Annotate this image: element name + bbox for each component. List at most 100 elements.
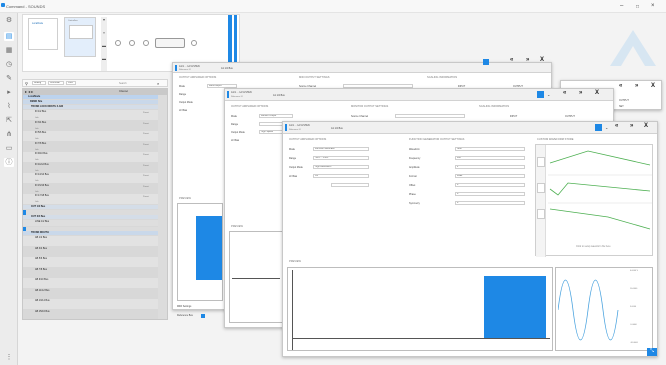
nav-next-button[interactable]: » (635, 83, 638, 89)
source-select[interactable] (395, 114, 465, 118)
controller-filter[interactable]: Controller (48, 81, 64, 85)
play-icon[interactable]: ▸ (4, 88, 14, 97)
tree-item[interactable]: AB 11/12 Bus (23, 288, 158, 299)
chevron-down-icon[interactable]: ⌄ (605, 125, 608, 130)
connector-icon (155, 38, 185, 48)
phase-input[interactable]: 0 (455, 192, 525, 196)
panel-tab[interactable]: A1 1/2 Bus (221, 67, 233, 70)
nodes-icon[interactable]: ▤ (4, 32, 14, 41)
minimize-button[interactable]: – (620, 3, 623, 9)
color-swatch[interactable] (537, 91, 544, 98)
tree-item[interactable]: IN 5/6 Bus Link Preset (23, 131, 158, 142)
clock-icon[interactable]: ◷ (4, 60, 14, 69)
lf-bias-select[interactable]: Off (313, 174, 369, 178)
chevron-down-icon[interactable]: ⌄ (547, 92, 550, 97)
panel-tab[interactable]: A1 1/2 Bus (273, 94, 285, 97)
tree-item-label: IN 17/18 Bus (35, 194, 49, 197)
tree-item-sub: Link (35, 190, 39, 193)
tree-item[interactable]: IN 1/2 Bus Link Preset (23, 110, 158, 121)
tree-item[interactable]: AB 1/2 Bus (23, 236, 158, 247)
color-swatch[interactable] (595, 124, 602, 131)
waveform-slot[interactable] (537, 157, 545, 167)
format-select[interactable]: Peak (455, 174, 525, 178)
search-icon[interactable]: ⌕ (157, 81, 159, 86)
nav-next-button[interactable]: » (579, 90, 582, 96)
panel-close-button[interactable]: X (651, 83, 655, 89)
waveform-slot[interactable] (537, 209, 545, 219)
wrench-icon[interactable]: ✎ (4, 74, 14, 83)
footer-swatch[interactable] (201, 314, 205, 318)
tree-item[interactable]: AB 5/6 Bus (23, 257, 158, 268)
panel-close-button[interactable]: X (644, 123, 648, 129)
grid-icon[interactable]: ▦ (4, 46, 14, 55)
tree-item[interactable]: AB 3/4 Bus (23, 246, 158, 257)
panel-close-button[interactable]: X (540, 57, 544, 63)
tree-group[interactable]: OUT 1/2 Bus (23, 205, 158, 210)
signal-icon[interactable]: ⌇ (4, 102, 14, 111)
tree-item[interactable]: AB 15/16 Bus (23, 309, 158, 319)
mode-select[interactable]: Function Generator (313, 147, 369, 151)
tree-item[interactable]: IN 15/16 Bus Link Preset (23, 183, 158, 194)
waveform-slot[interactable] (537, 183, 545, 193)
lf-bias-value[interactable] (331, 183, 369, 187)
usb-filter[interactable]: USB (66, 81, 76, 85)
channel-column: Channel (119, 90, 128, 93)
info-icon[interactable]: ⓘ (4, 158, 14, 167)
tree-item[interactable]: AB 7/8 Bus (23, 267, 158, 278)
mode-select[interactable]: Monitor Output (259, 114, 293, 118)
nav-next-button[interactable]: » (526, 57, 529, 63)
range-label: Range (231, 123, 239, 126)
waveform-select[interactable]: Sine (455, 147, 525, 151)
symmetry-input[interactable]: 0 (455, 201, 525, 205)
sitemap-icon[interactable]: ⋔ (4, 130, 14, 139)
frequency-input[interactable]: 100 (455, 156, 525, 160)
format-label: Format (409, 175, 417, 178)
panel-tab[interactable]: A1 1/2 Bus (331, 127, 343, 130)
section-title: SCALING INFORMATION (479, 105, 510, 108)
close-button[interactable]: × (651, 3, 655, 9)
tree-item[interactable]: AB 13/14 Bus (23, 299, 158, 310)
tree-item[interactable]: LINE 1/2 Bus (23, 220, 158, 227)
offset-label: Offset (409, 184, 416, 187)
controller-box[interactable]: Controllers (64, 17, 96, 57)
knob-icon[interactable] (129, 40, 135, 46)
waveform-store: Click to setup waveform file here (535, 144, 653, 257)
node-box[interactable]: Localhode (28, 18, 58, 50)
tree-item[interactable]: IN 11/12 Bus Link Preset (23, 162, 158, 173)
offset-input[interactable]: 0 (455, 183, 525, 187)
gear-icon[interactable]: ⚙ (4, 16, 14, 25)
nav-prev-button[interactable]: « (563, 90, 566, 96)
lf-bias-label: LF Bias (289, 175, 298, 178)
tree-item-label: AB 9/10 Bus (35, 278, 49, 281)
amplitude-input[interactable]: 1 (455, 165, 525, 169)
brand-logo (610, 30, 656, 66)
analog-filter[interactable]: Analog (32, 81, 46, 85)
drive-icon[interactable]: ▭ (4, 144, 14, 153)
output-mode-select[interactable]: High Resolution (313, 165, 369, 169)
filter-icon[interactable]: ⚲ (25, 81, 28, 86)
knob-icon[interactable] (143, 40, 149, 46)
waveform-hint[interactable]: Click to setup waveform file here (576, 245, 611, 248)
expand-icon[interactable]: ⤡ (647, 348, 657, 356)
nav-prev-button[interactable]: « (619, 83, 622, 89)
more-icon[interactable]: ⋮ (4, 353, 14, 362)
maximize-button[interactable]: □ (636, 4, 639, 10)
knob-icon[interactable] (191, 40, 197, 46)
panel-close-button[interactable]: X (595, 90, 599, 96)
tree-item[interactable]: IN 13/14 Bus Link Preset (23, 173, 158, 184)
tree-item[interactable]: IN 3/4 Bus Link Preset (23, 120, 158, 131)
export-icon[interactable]: ⇱ (4, 116, 14, 125)
nav-prev-button[interactable]: « (615, 123, 618, 129)
search-input[interactable]: Search (119, 82, 127, 85)
knob-icon[interactable] (115, 40, 121, 46)
tree-item[interactable]: AB 9/10 Bus (23, 278, 158, 289)
tree-item[interactable]: IN 9/10 Bus Link Preset (23, 152, 158, 163)
tree-item[interactable]: IN 17/18 Bus Link Preset (23, 194, 158, 205)
set-tag: SET (619, 105, 624, 108)
tree-item[interactable]: IN 7/8 Bus Link Preset (23, 141, 158, 152)
range-select[interactable]: -10V ... +10V (313, 156, 369, 160)
color-swatch[interactable] (483, 59, 489, 65)
nav-next-button[interactable]: » (630, 123, 633, 129)
nav-prev-button[interactable]: « (510, 57, 513, 63)
section-title: OUTPUT AMPLIFIER OPTIONS (231, 105, 269, 108)
